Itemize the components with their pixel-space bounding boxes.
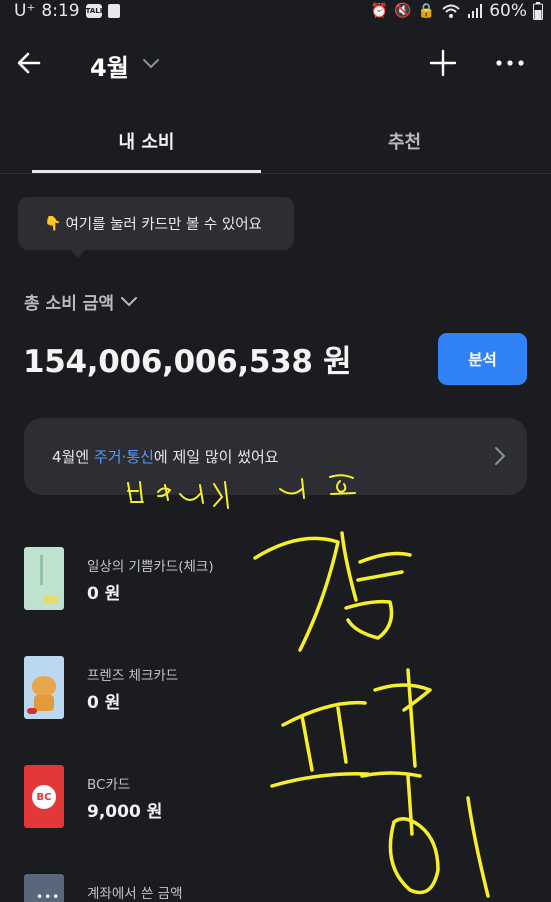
card-name: 계좌에서 쓴 금액 xyxy=(87,886,183,902)
top-app-bar: 4월 xyxy=(0,36,551,92)
more-options-icon[interactable] xyxy=(494,48,526,78)
total-amount: 154,006,006,538 원 xyxy=(23,344,352,380)
card-item[interactable]: 프렌즈 체크카드 0 원 xyxy=(24,656,527,722)
carrier-label: U⁺ xyxy=(14,1,36,21)
card-amount: 9,000 원 xyxy=(87,802,163,822)
status-bar: U⁺ 8:19 TALK ⏰ 🔇 🔒 60% xyxy=(0,0,551,22)
signal-icon xyxy=(468,4,483,18)
back-arrow-icon[interactable] xyxy=(14,48,44,78)
tab-recommend[interactable]: 추천 xyxy=(290,108,519,174)
top-category-card[interactable]: 4월엔 주거·통신에 제일 많이 썼어요 xyxy=(24,418,527,495)
chevron-right-icon xyxy=(495,447,506,465)
month-selector[interactable]: 4월 xyxy=(90,48,129,83)
mute-icon: 🔇 xyxy=(394,3,412,19)
analyze-button[interactable]: 분석 xyxy=(438,333,527,385)
card-item[interactable]: 일상의 기쁨카드(체크) 0 원 xyxy=(24,547,527,613)
clock: 8:19 xyxy=(41,1,80,21)
lock-icon: 🔒 xyxy=(417,3,436,19)
insight-suffix: 에 제일 많이 썼어요 xyxy=(153,448,279,466)
chevron-down-icon[interactable] xyxy=(140,52,162,74)
alarm-icon: ⏰ xyxy=(370,3,389,19)
tab-my-spending[interactable]: 내 소비 xyxy=(32,108,261,174)
cards-only-tooltip[interactable]: 👇 여기를 눌러 카드만 볼 수 있어요 xyxy=(18,197,294,250)
status-right: ⏰ 🔇 🔒 60% xyxy=(371,0,543,22)
card-item[interactable]: BC BC카드 9,000 원 xyxy=(24,765,527,831)
chevron-down-icon[interactable] xyxy=(118,290,140,312)
mint-card-image xyxy=(24,547,64,610)
total-spending-label[interactable]: 총 소비 금액 xyxy=(24,289,114,314)
friends-card-image xyxy=(24,656,64,719)
talk-icon: TALK xyxy=(85,4,105,18)
insight-text: 4월엔 주거·통신에 제일 많이 썼어요 xyxy=(52,446,279,467)
card-amount: 0 원 xyxy=(87,584,121,604)
card-name: 일상의 기쁨카드(체크) xyxy=(87,559,214,575)
insight-highlight: 주거·통신 xyxy=(93,448,154,466)
card-amount: 0 원 xyxy=(87,693,121,713)
card-name: 프렌즈 체크카드 xyxy=(87,668,179,684)
account-icon: ••• xyxy=(24,874,64,902)
status-left: U⁺ 8:19 TALK xyxy=(14,0,120,22)
tab-bar: 내 소비 추천 xyxy=(0,108,551,174)
battery-percent: 60% xyxy=(489,1,527,21)
active-tab-indicator xyxy=(32,170,261,173)
insight-prefix: 4월엔 xyxy=(52,448,94,466)
bc-card-image: BC xyxy=(24,765,64,828)
bc-logo: BC xyxy=(32,785,56,809)
gallery-icon xyxy=(107,4,120,18)
card-item[interactable]: ••• 계좌에서 쓴 금액 xyxy=(24,874,527,902)
wifi-icon xyxy=(442,4,460,18)
battery-icon xyxy=(533,2,543,20)
tooltip-arrow xyxy=(70,249,86,258)
tooltip-text: 여기를 눌러 카드만 볼 수 있어요 xyxy=(65,217,262,233)
add-icon[interactable] xyxy=(428,48,458,78)
pointing-down-icon: 👇 xyxy=(44,215,62,232)
card-name: BC카드 xyxy=(87,777,131,793)
